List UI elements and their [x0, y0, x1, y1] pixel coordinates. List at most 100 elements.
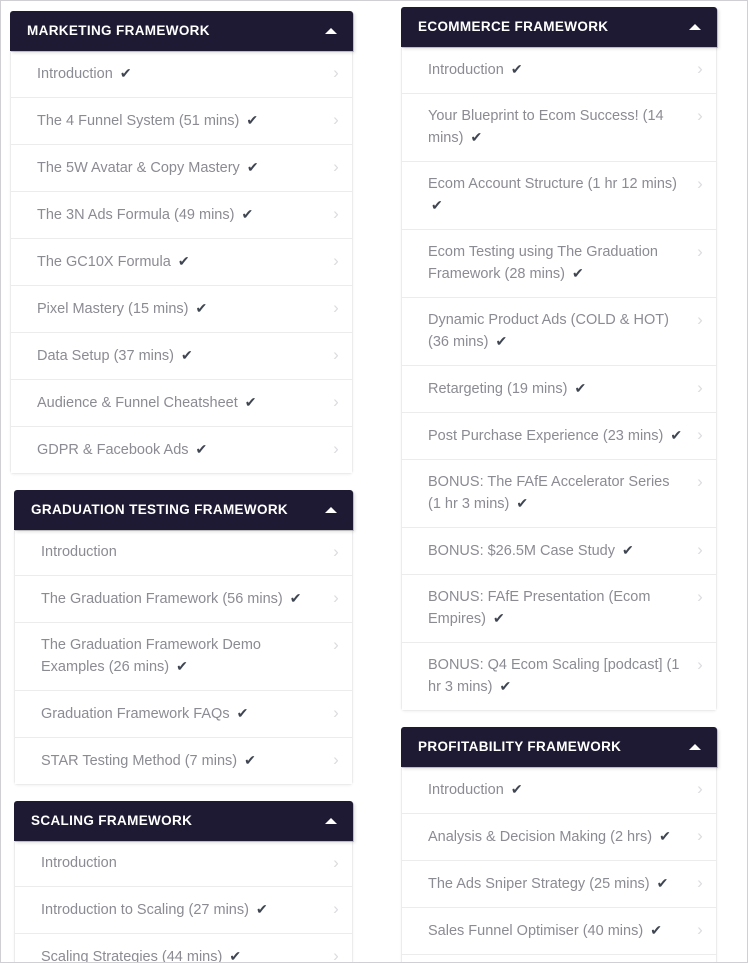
lesson-row[interactable]: Analysis & Decision Making (2 hrs) ✔ ›	[402, 814, 716, 861]
lesson-row[interactable]: BONUS: Q4 Ecom Scaling [podcast] (1 hr 3…	[402, 643, 716, 710]
chevron-right-icon[interactable]: ›	[326, 110, 346, 130]
lesson-row[interactable]: BONUS: $26.5M Case Study ✔ ›	[402, 528, 716, 575]
lesson-row[interactable]: The Graduation Framework (56 mins) ✔ ›	[15, 576, 352, 623]
lesson-row[interactable]: Introduction ›	[15, 841, 352, 887]
chevron-right-icon[interactable]: ›	[326, 251, 346, 271]
lesson-row[interactable]: Retargeting (19 mins) ✔ ›	[402, 366, 716, 413]
chevron-right-icon[interactable]: ›	[690, 310, 710, 330]
lesson-row[interactable]: Your Blueprint to Ecom Success! (14 mins…	[402, 94, 716, 162]
lesson-row[interactable]: The Ads Sniper Strategy (25 mins) ✔ ›	[402, 861, 716, 908]
chevron-right-icon[interactable]: ›	[326, 345, 346, 365]
chevron-right-icon[interactable]: ›	[326, 63, 346, 83]
lesson-row[interactable]: Introduction ✔ ›	[402, 47, 716, 94]
caret-up-icon[interactable]	[689, 744, 701, 750]
chevron-right-icon[interactable]: ›	[690, 472, 710, 492]
completed-check-icon: ✔	[177, 253, 190, 269]
completed-check-icon: ✔	[246, 159, 259, 175]
chevron-right-icon[interactable]: ›	[690, 655, 710, 675]
completed-check-icon: ✔	[431, 197, 443, 213]
lesson-row[interactable]: BOSS The Auction with Manual Bidding (13…	[402, 955, 716, 962]
lesson-row[interactable]: Introduction to Scaling (27 mins) ✔ ›	[15, 887, 352, 934]
chevron-right-icon[interactable]: ›	[326, 899, 346, 919]
chevron-right-icon[interactable]: ›	[690, 174, 710, 194]
lesson-label: Sales Funnel Optimiser (40 mins) ✔	[428, 922, 662, 939]
chevron-right-icon[interactable]: ›	[690, 873, 710, 893]
right-column: ECOMMERCE FRAMEWORK Introduction ✔ › Your B…	[373, 1, 747, 962]
caret-up-icon[interactable]	[325, 28, 337, 34]
chevron-right-icon[interactable]: ›	[326, 853, 346, 873]
chevron-right-icon[interactable]: ›	[326, 542, 346, 562]
chevron-right-icon[interactable]: ›	[326, 298, 346, 318]
lesson-row[interactable]: Scaling Strategies (44 mins) ✔ ›	[15, 934, 352, 963]
lesson-row[interactable]: Graduation Framework FAQs ✔ ›	[15, 691, 352, 738]
caret-up-icon[interactable]	[325, 818, 337, 824]
chevron-right-icon[interactable]: ›	[690, 540, 710, 560]
lesson-row[interactable]: Post Purchase Experience (23 mins) ✔ ›	[402, 413, 716, 460]
chevron-right-icon[interactable]: ›	[326, 157, 346, 177]
lesson-row[interactable]: The 3N Ads Formula (49 mins) ✔ ›	[11, 192, 352, 239]
chevron-right-icon[interactable]: ›	[690, 378, 710, 398]
chevron-right-icon[interactable]: ›	[326, 750, 346, 770]
chevron-right-icon[interactable]: ›	[690, 826, 710, 846]
chevron-right-icon[interactable]: ›	[690, 242, 710, 262]
lesson-label: Graduation Framework FAQs ✔	[41, 705, 249, 722]
module-header-marketing-framework[interactable]: MARKETING FRAMEWORK	[10, 11, 353, 51]
lesson-label: Introduction to Scaling (27 mins) ✔	[41, 901, 268, 918]
completed-check-icon: ✔	[499, 678, 512, 694]
lesson-row[interactable]: Introduction ›	[15, 530, 352, 576]
chevron-right-icon[interactable]: ›	[690, 106, 710, 126]
chevron-right-icon[interactable]: ›	[326, 392, 346, 412]
lesson-label: Scaling Strategies (44 mins) ✔	[41, 948, 242, 963]
lesson-label: Introduction	[41, 544, 117, 560]
lesson-row[interactable]: Introduction ✔ ›	[11, 51, 352, 98]
lesson-label: Retargeting (19 mins) ✔	[428, 380, 587, 397]
chevron-right-icon[interactable]: ›	[690, 425, 710, 445]
module-title: PROFITABILITY FRAMEWORK	[418, 739, 622, 755]
lesson-label: BONUS: FAfE Presentation (Ecom Empires) …	[428, 589, 651, 627]
chevron-right-icon[interactable]: ›	[690, 587, 710, 607]
chevron-right-icon[interactable]: ›	[326, 588, 346, 608]
lesson-label: Introduction	[41, 855, 117, 871]
module-header-profitability-framework[interactable]: PROFITABILITY FRAMEWORK	[401, 727, 717, 767]
lesson-row[interactable]: The Graduation Framework Demo Examples (…	[15, 623, 352, 691]
lesson-row[interactable]: Dynamic Product Ads (COLD & HOT) (36 min…	[402, 298, 716, 366]
lesson-row[interactable]: BONUS: The FAfE Accelerator Series (1 hr…	[402, 460, 716, 528]
module-scaling-framework: SCALING FRAMEWORK Introduction › Introducti…	[14, 801, 353, 963]
chevron-right-icon[interactable]: ›	[326, 204, 346, 224]
module-header-graduation-testing-framework[interactable]: GRADUATION TESTING FRAMEWORK	[14, 490, 353, 530]
chevron-right-icon[interactable]: ›	[326, 946, 346, 962]
lesson-row[interactable]: Data Setup (37 mins) ✔ ›	[11, 333, 352, 380]
lesson-row[interactable]: Sales Funnel Optimiser (40 mins) ✔ ›	[402, 908, 716, 955]
lesson-row[interactable]: Ecom Testing using The Graduation Framew…	[402, 230, 716, 298]
module-ecommerce-framework: ECOMMERCE FRAMEWORK Introduction ✔ › Your B…	[401, 7, 717, 711]
lesson-row[interactable]: Pixel Mastery (15 mins) ✔ ›	[11, 286, 352, 333]
chevron-right-icon[interactable]: ›	[690, 59, 710, 79]
caret-up-icon[interactable]	[689, 24, 701, 30]
lesson-row[interactable]: Ecom Account Structure (1 hr 12 mins) ✔ ›	[402, 162, 716, 230]
lesson-row[interactable]: STAR Testing Method (7 mins) ✔ ›	[15, 738, 352, 784]
lesson-row[interactable]: GDPR & Facebook Ads ✔ ›	[11, 427, 352, 473]
lesson-row[interactable]: The 4 Funnel System (51 mins) ✔ ›	[11, 98, 352, 145]
lesson-label: The Graduation Framework Demo Examples (…	[41, 637, 261, 675]
caret-up-icon[interactable]	[325, 507, 337, 513]
completed-check-icon: ✔	[255, 901, 268, 917]
completed-check-icon: ✔	[493, 610, 505, 626]
completed-check-icon: ✔	[246, 112, 259, 128]
lesson-row[interactable]: BONUS: FAfE Presentation (Ecom Empires) …	[402, 575, 716, 643]
lesson-row[interactable]: Audience & Funnel Cheatsheet ✔ ›	[11, 380, 352, 427]
chevron-right-icon[interactable]: ›	[690, 779, 710, 799]
module-header-scaling-framework[interactable]: SCALING FRAMEWORK	[14, 801, 353, 841]
completed-check-icon: ✔	[244, 394, 257, 410]
lesson-row[interactable]: The GC10X Formula ✔ ›	[11, 239, 352, 286]
lesson-row[interactable]: The 5W Avatar & Copy Mastery ✔ ›	[11, 145, 352, 192]
module-header-ecommerce-framework[interactable]: ECOMMERCE FRAMEWORK	[401, 7, 717, 47]
module-title: GRADUATION TESTING FRAMEWORK	[31, 502, 289, 518]
lesson-label: The 3N Ads Formula (49 mins) ✔	[37, 206, 254, 223]
chevron-right-icon[interactable]: ›	[326, 703, 346, 723]
lesson-label: BONUS: The FAfE Accelerator Series (1 hr…	[428, 474, 670, 512]
chevron-right-icon[interactable]: ›	[326, 635, 346, 655]
chevron-right-icon[interactable]: ›	[326, 439, 346, 459]
chevron-right-icon[interactable]: ›	[690, 920, 710, 940]
lesson-list: Introduction › The Graduation Framework (5…	[14, 530, 353, 785]
lesson-row[interactable]: Introduction ✔ ›	[402, 767, 716, 814]
